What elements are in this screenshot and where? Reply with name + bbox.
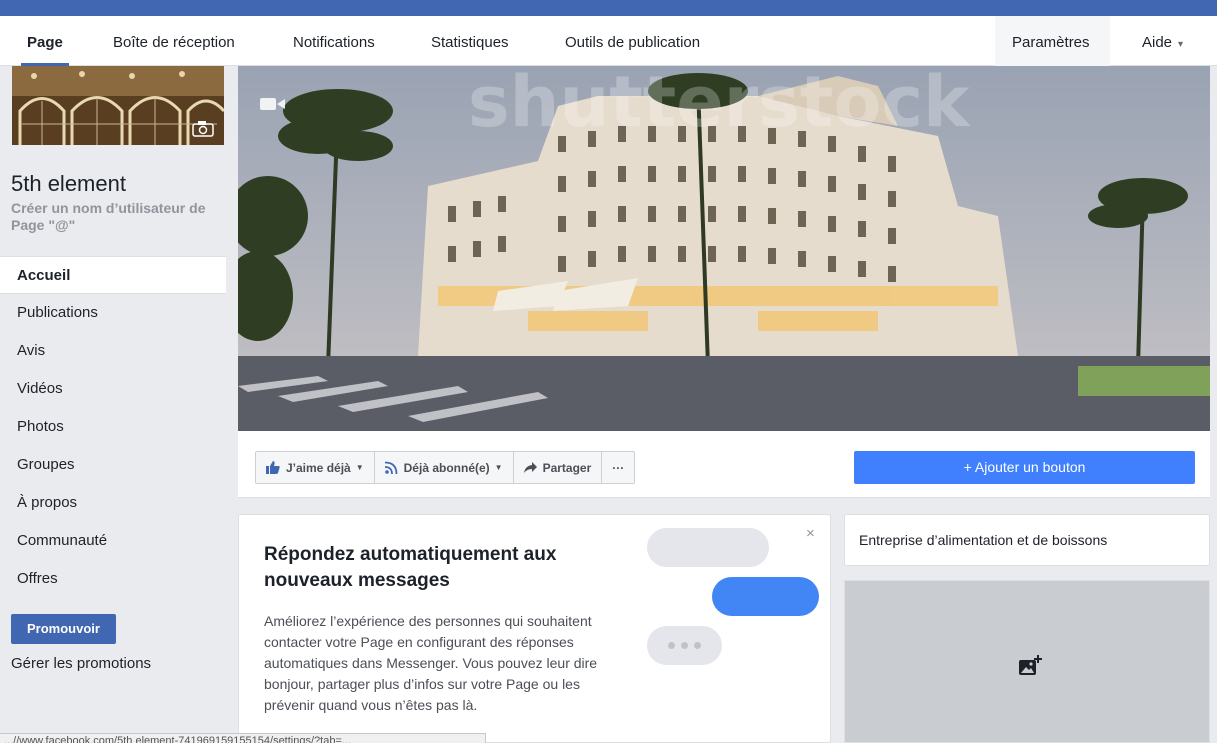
sidebar-item-groups[interactable]: Groupes: [0, 446, 226, 484]
nav-tab-settings[interactable]: Paramètres: [1012, 16, 1090, 66]
camera-icon[interactable]: [192, 120, 214, 137]
nav-help-menu[interactable]: Aide ▾: [1142, 16, 1183, 66]
profile-picture[interactable]: [12, 66, 224, 145]
nav-tab-inbox[interactable]: Boîte de réception: [113, 16, 235, 66]
following-label: Déjà abonné(e): [403, 460, 490, 475]
page-name[interactable]: 5th element: [11, 171, 126, 197]
help-label: Aide: [1142, 34, 1173, 51]
more-dots-icon: ···: [612, 460, 625, 475]
liked-button[interactable]: J’aime déjà ▼: [256, 452, 375, 483]
top-brand-bar: [0, 0, 1217, 16]
browser-status-bar: ...//www.facebook.com/5th element-741969…: [0, 733, 486, 743]
manage-promotions-link[interactable]: Gérer les promotions: [11, 655, 151, 672]
sidebar-item-videos[interactable]: Vidéos: [0, 370, 226, 408]
sidebar-item-posts[interactable]: Publications: [0, 294, 226, 332]
auto-reply-card: Répondez automatiquement aux nouveaux me…: [238, 514, 831, 743]
promote-button[interactable]: Promouvoir: [11, 614, 116, 644]
typing-dot: [681, 642, 688, 649]
sidebar-item-community[interactable]: Communauté: [0, 522, 226, 560]
chevron-down-icon: ▼: [355, 463, 364, 472]
video-camera-icon[interactable]: [260, 96, 286, 112]
nav-tab-publishing-tools[interactable]: Outils de publication: [565, 16, 700, 66]
chevron-down-icon: ▾: [1178, 39, 1184, 50]
share-label: Partager: [542, 460, 592, 475]
sidebar-item-offers[interactable]: Offres: [0, 560, 226, 598]
rss-feed-icon: [384, 461, 398, 474]
page-category[interactable]: Entreprise d’alimentation et de boissons: [859, 532, 1107, 548]
more-options-button[interactable]: ···: [602, 452, 634, 483]
share-button[interactable]: Partager: [514, 452, 603, 483]
share-arrow-icon: [523, 462, 537, 473]
sidebar-item-about[interactable]: À propos: [0, 484, 226, 522]
page-category-card: Entreprise d’alimentation et de boissons: [844, 514, 1210, 566]
sidebar-item-reviews[interactable]: Avis: [0, 332, 226, 370]
add-photo-placeholder[interactable]: [844, 580, 1210, 743]
following-button[interactable]: Déjà abonné(e) ▼: [375, 452, 514, 483]
thumbs-up-icon: [266, 461, 280, 474]
typing-dot: [668, 642, 675, 649]
page-action-buttons: J’aime déjà ▼ Déjà abonné(e) ▼ Partager ··…: [255, 451, 636, 484]
shutterstock-watermark: shutterstock: [468, 66, 971, 143]
page-nav-bar: Page Boîte de réception Notifications St…: [0, 16, 1217, 66]
sidebar-item-home[interactable]: Accueil: [0, 256, 226, 294]
cover-photo[interactable]: shutterstock: [238, 66, 1210, 431]
sidebar-item-photos[interactable]: Photos: [0, 408, 226, 446]
add-button-cta[interactable]: + Ajouter un bouton: [854, 451, 1195, 484]
chat-bubble-incoming-illustration: [647, 528, 769, 567]
typing-indicator-illustration: [647, 626, 722, 665]
close-icon[interactable]: ×: [806, 525, 815, 542]
liked-label: J’aime déjà: [286, 460, 351, 475]
nav-tab-notifications[interactable]: Notifications: [293, 16, 375, 66]
typing-dot: [694, 642, 701, 649]
nav-tab-insights[interactable]: Statistiques: [431, 16, 509, 66]
create-username-link[interactable]: Créer un nom d’utilisateur de Page "@": [11, 200, 231, 234]
sidebar-menu: Accueil Publications Avis Vidéos Photos …: [0, 256, 226, 598]
left-sidebar: 5th element Créer un nom d’utilisateur d…: [0, 66, 238, 743]
auto-reply-title: Répondez automatiquement aux nouveaux me…: [264, 544, 557, 591]
chat-bubble-outgoing-illustration: [712, 577, 819, 616]
auto-reply-description: Améliorez l’expérience des personnes qui…: [264, 613, 598, 713]
page-actions-bar: J’aime déjà ▼ Déjà abonné(e) ▼ Partager ··…: [238, 431, 1210, 498]
add-photo-icon: [1019, 655, 1042, 675]
nav-tab-page[interactable]: Page: [21, 16, 69, 66]
cover-image: shutterstock: [238, 66, 1210, 431]
chevron-down-icon: ▼: [494, 463, 503, 472]
